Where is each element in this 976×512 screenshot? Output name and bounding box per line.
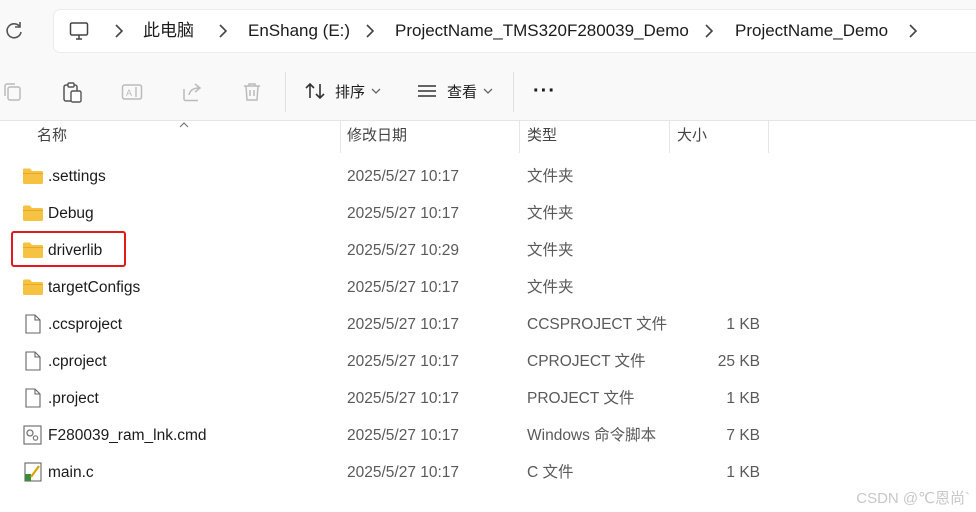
chevron-right-icon[interactable] xyxy=(365,23,375,39)
list-item[interactable]: .project 2025/5/27 10:17 PROJECT 文件 1 KB xyxy=(0,380,976,417)
breadcrumb-current-folder[interactable]: ProjectName_Demo xyxy=(735,10,888,52)
column-divider[interactable] xyxy=(340,121,341,153)
sort-button[interactable]: 排序 xyxy=(304,76,381,106)
file-name: .settings xyxy=(48,168,106,185)
svg-text:A: A xyxy=(126,88,132,98)
cmd-script-icon xyxy=(23,425,42,445)
chevron-right-icon[interactable] xyxy=(908,23,918,39)
file-icon xyxy=(25,351,41,371)
chevron-right-icon[interactable] xyxy=(114,23,124,39)
column-header: 名称 修改日期 类型 大小 xyxy=(0,121,976,153)
list-item[interactable]: main.c 2025/5/27 10:17 C 文件 1 KB xyxy=(0,454,976,491)
copy-icon[interactable] xyxy=(2,81,24,103)
file-type: 文件夹 xyxy=(527,279,574,296)
file-icon xyxy=(25,388,41,408)
more-options-button[interactable]: ··· xyxy=(533,76,556,106)
file-size: 1 KB xyxy=(726,464,760,481)
list-item[interactable]: targetConfigs 2025/5/27 10:17 文件夹 xyxy=(0,269,976,306)
breadcrumb-this-pc[interactable]: 此电脑 xyxy=(143,10,194,52)
file-date: 2025/5/27 10:17 xyxy=(347,390,460,407)
file-type: 文件夹 xyxy=(527,242,574,259)
sort-ascending-icon xyxy=(179,122,189,128)
address-strip: 此电脑 EnShang (E:) ProjectName_TMS320F2800… xyxy=(0,0,976,62)
list-item[interactable]: driverlib 2025/5/27 10:29 文件夹 xyxy=(0,232,976,269)
toolbar-divider xyxy=(513,72,514,112)
file-type: CCSPROJECT 文件 xyxy=(527,316,668,333)
breadcrumb-project-folder[interactable]: ProjectName_TMS320F280039_Demo xyxy=(395,10,689,52)
list-item[interactable]: .settings 2025/5/27 10:17 文件夹 xyxy=(0,158,976,195)
column-date[interactable]: 修改日期 xyxy=(347,121,407,153)
sort-icon xyxy=(305,82,325,100)
view-list-icon xyxy=(418,85,436,97)
file-size: 1 KB xyxy=(726,316,760,333)
list-item[interactable]: F280039_ram_lnk.cmd 2025/5/27 10:17 Wind… xyxy=(0,417,976,454)
column-divider[interactable] xyxy=(519,121,520,153)
file-type: 文件夹 xyxy=(527,168,574,185)
file-name: .project xyxy=(48,390,99,407)
file-name: targetConfigs xyxy=(48,279,141,296)
view-button[interactable]: 查看 xyxy=(416,76,493,106)
file-name: main.c xyxy=(48,464,94,481)
paste-icon[interactable] xyxy=(61,81,83,103)
column-type[interactable]: 类型 xyxy=(527,121,557,153)
c-source-icon xyxy=(24,462,42,482)
address-bar[interactable]: 此电脑 EnShang (E:) ProjectName_TMS320F2800… xyxy=(54,10,976,52)
folder-icon xyxy=(23,279,43,295)
highlight-box xyxy=(11,231,126,267)
column-size[interactable]: 大小 xyxy=(677,121,707,153)
file-size: 1 KB xyxy=(726,390,760,407)
chevron-down-icon xyxy=(371,88,381,94)
file-icon xyxy=(25,314,41,334)
command-bar: A 排序 查看 ··· xyxy=(0,62,976,121)
file-name: .ccsproject xyxy=(48,316,123,333)
folder-icon xyxy=(23,205,43,221)
view-label: 查看 xyxy=(447,83,478,101)
chevron-right-icon[interactable] xyxy=(218,23,228,39)
toolbar-divider xyxy=(285,72,286,112)
file-date: 2025/5/27 10:17 xyxy=(347,205,460,222)
column-divider[interactable] xyxy=(768,121,769,153)
file-size: 7 KB xyxy=(726,427,760,444)
share-icon[interactable] xyxy=(181,81,203,103)
file-type: CPROJECT 文件 xyxy=(527,353,646,370)
file-date: 2025/5/27 10:17 xyxy=(347,353,460,370)
file-date: 2025/5/27 10:29 xyxy=(347,242,460,259)
rename-icon[interactable]: A xyxy=(121,81,143,103)
computer-icon xyxy=(69,22,89,40)
file-size: 25 KB xyxy=(717,353,760,370)
column-name[interactable]: 名称 xyxy=(37,121,67,153)
file-date: 2025/5/27 10:17 xyxy=(347,464,460,481)
refresh-icon[interactable] xyxy=(4,20,24,42)
list-item[interactable]: Debug 2025/5/27 10:17 文件夹 xyxy=(0,195,976,232)
sort-label: 排序 xyxy=(335,83,366,101)
folder-icon xyxy=(23,168,43,184)
list-item[interactable]: .ccsproject 2025/5/27 10:17 CCSPROJECT 文… xyxy=(0,306,976,343)
delete-icon[interactable] xyxy=(241,81,263,103)
file-date: 2025/5/27 10:17 xyxy=(347,316,460,333)
column-divider[interactable] xyxy=(669,121,670,153)
file-name: Debug xyxy=(48,205,94,222)
breadcrumb-drive[interactable]: EnShang (E:) xyxy=(248,10,350,52)
file-date: 2025/5/27 10:17 xyxy=(347,427,460,444)
file-name: .cproject xyxy=(48,353,107,370)
chevron-down-icon xyxy=(483,88,493,94)
file-date: 2025/5/27 10:17 xyxy=(347,279,460,296)
file-date: 2025/5/27 10:17 xyxy=(347,168,460,185)
file-type: PROJECT 文件 xyxy=(527,390,635,407)
list-item[interactable]: .cproject 2025/5/27 10:17 CPROJECT 文件 25… xyxy=(0,343,976,380)
file-name: F280039_ram_lnk.cmd xyxy=(48,427,207,444)
file-type: C 文件 xyxy=(527,464,574,481)
file-type: Windows 命令脚本 xyxy=(527,427,657,444)
chevron-right-icon[interactable] xyxy=(704,23,714,39)
file-type: 文件夹 xyxy=(527,205,574,222)
watermark: CSDN @℃恩尚` xyxy=(856,490,970,507)
